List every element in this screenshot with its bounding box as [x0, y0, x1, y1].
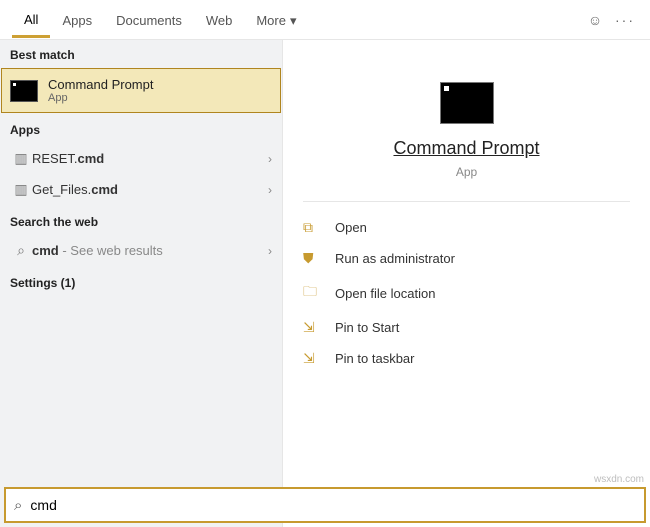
search-icon: ⌕ — [14, 497, 22, 514]
best-match-item[interactable]: Command Prompt App — [1, 68, 281, 113]
action-open[interactable]: ⧉Open — [303, 212, 630, 243]
results-pane: Best match Command Prompt App Apps ▥ RES… — [0, 40, 283, 527]
open-icon: ⧉ — [303, 219, 321, 236]
preview-subtitle: App — [303, 165, 630, 179]
tab-more[interactable]: More▾ — [244, 3, 308, 37]
best-match-subtitle: App — [48, 92, 153, 104]
app-item-get-files-cmd[interactable]: ▥ Get_Files.cmd › — [0, 174, 282, 205]
action-pin-to-taskbar[interactable]: ⇲Pin to taskbar — [303, 343, 630, 374]
search-icon: ⌕ — [10, 242, 32, 259]
best-match-header: Best match — [0, 40, 282, 68]
command-prompt-icon — [10, 80, 38, 102]
command-prompt-icon — [440, 82, 494, 124]
web-result-item[interactable]: ⌕ cmd - See web results › — [0, 235, 282, 266]
more-options-icon[interactable]: ··· — [610, 12, 640, 28]
tab-apps[interactable]: Apps — [50, 3, 104, 36]
chevron-down-icon: ▾ — [290, 13, 297, 29]
chevron-right-icon: › — [268, 244, 272, 258]
script-icon: ▥ — [10, 150, 32, 167]
main-area: Best match Command Prompt App Apps ▥ RES… — [0, 40, 650, 527]
watermark: wsxdn.com — [594, 474, 644, 485]
preview-title[interactable]: Command Prompt — [303, 138, 630, 159]
best-match-title: Command Prompt — [48, 77, 153, 92]
action-pin-to-start[interactable]: ⇲Pin to Start — [303, 312, 630, 343]
chevron-right-icon: › — [268, 183, 272, 197]
pin-icon: ⇲ — [303, 319, 321, 336]
search-web-header: Search the web — [0, 205, 282, 235]
feedback-icon[interactable]: ☺ — [580, 12, 610, 28]
search-input[interactable] — [30, 497, 636, 513]
apps-header: Apps — [0, 113, 282, 143]
tab-all[interactable]: All — [12, 2, 50, 38]
tab-documents[interactable]: Documents — [104, 3, 194, 36]
search-bar[interactable]: ⌕ — [4, 487, 646, 523]
separator — [303, 201, 630, 202]
folder-icon: 🗀 — [303, 281, 321, 305]
settings-header[interactable]: Settings (1) — [0, 266, 282, 296]
pin-icon: ⇲ — [303, 350, 321, 367]
tab-web[interactable]: Web — [194, 3, 245, 36]
script-icon: ▥ — [10, 181, 32, 198]
action-run-as-admin[interactable]: ⛊Run as administrator — [303, 243, 630, 274]
shield-icon: ⛊ — [303, 250, 321, 267]
search-tabs: All Apps Documents Web More▾ ☺ ··· — [0, 0, 650, 40]
chevron-right-icon: › — [268, 152, 272, 166]
action-open-file-location[interactable]: 🗀Open file location — [303, 274, 630, 312]
preview-pane: Command Prompt App ⧉Open ⛊Run as adminis… — [283, 40, 650, 527]
app-item-reset-cmd[interactable]: ▥ RESET.cmd › — [0, 143, 282, 174]
